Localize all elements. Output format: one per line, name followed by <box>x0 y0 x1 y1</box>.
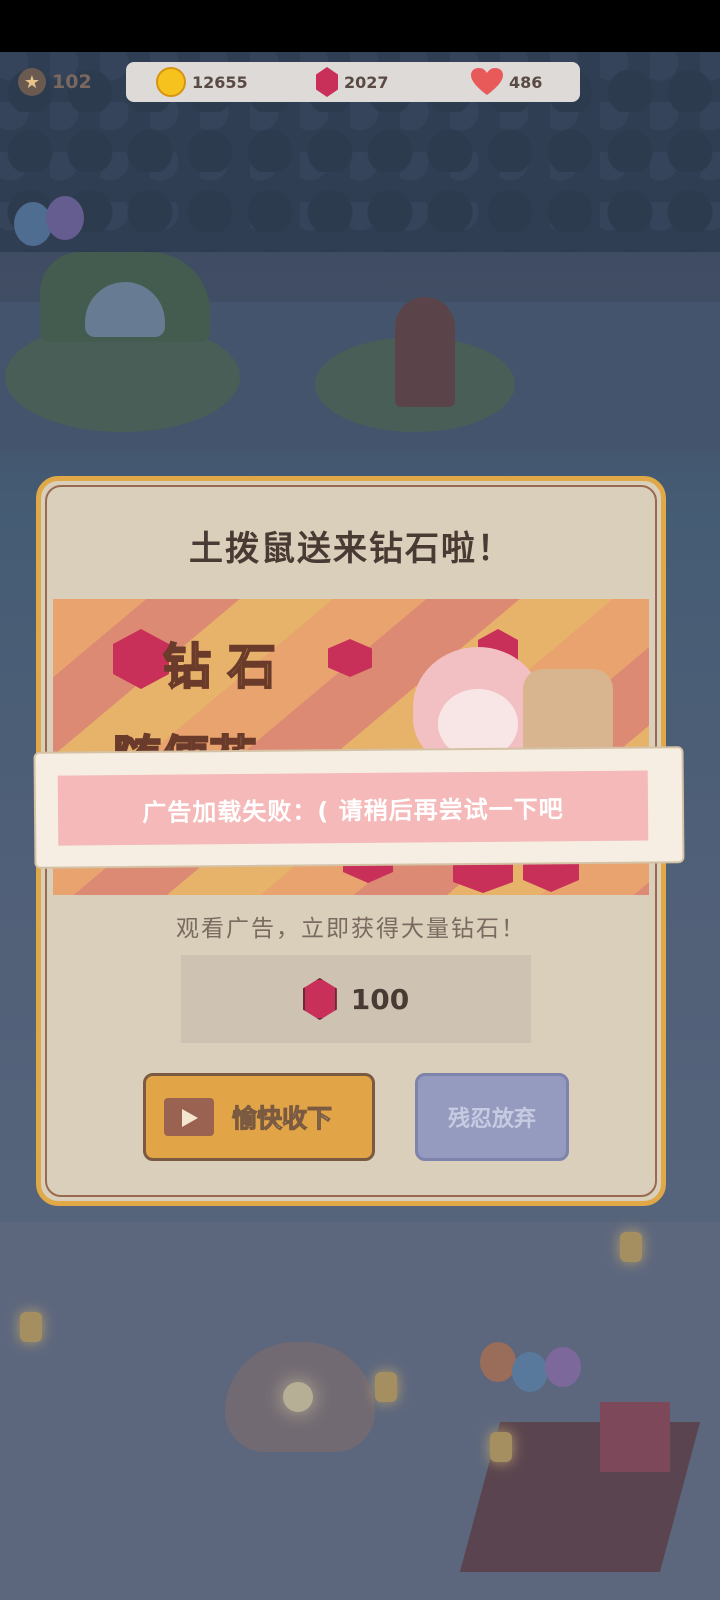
level-value: 102 <box>52 71 92 93</box>
player-level[interactable]: ★ 102 <box>18 68 92 96</box>
banner-title-line1: 钻 石 <box>162 638 277 696</box>
accept-button-label: 愉快收下 <box>231 1104 333 1134</box>
heart-icon <box>471 68 503 95</box>
gem-icon <box>302 978 337 1020</box>
reward-value: 100 <box>350 982 410 1016</box>
coin-counter[interactable]: 12655 <box>156 62 248 102</box>
heart-value: 486 <box>509 72 543 92</box>
ad-load-failed-toast: 广告加载失败：( 请稍后再尝试一下吧 <box>33 746 685 869</box>
video-ad-icon <box>164 1098 214 1136</box>
gem-value: 2027 <box>344 72 389 92</box>
decline-button[interactable]: 残忍放弃 <box>415 1073 569 1161</box>
gem-icon <box>113 629 169 689</box>
coin-value: 12655 <box>192 72 248 92</box>
decline-button-label: 残忍放弃 <box>447 1107 536 1132</box>
dialog-subtitle: 观看广告，立即获得大量钻石！ <box>176 916 526 942</box>
gem-counter[interactable]: 2027 <box>316 62 389 102</box>
status-bar <box>0 0 720 52</box>
dialog-title: 土拨鼠送来钻石啦！ <box>189 529 513 569</box>
currency-bar: 12655 2027 486 <box>126 62 580 102</box>
accept-reward-button[interactable]: 愉快收下 <box>143 1073 375 1161</box>
gem-icon <box>316 67 338 97</box>
star-icon: ★ <box>18 68 46 96</box>
gem-icon <box>328 639 372 677</box>
reward-amount-box: 100 <box>181 955 531 1043</box>
toast-bar: 广告加载失败：( 请稍后再尝试一下吧 <box>57 770 649 846</box>
coin-icon <box>156 67 186 97</box>
heart-counter[interactable]: 486 <box>471 62 542 102</box>
toast-message: 广告加载失败：( 请稍后再尝试一下吧 <box>142 794 564 827</box>
